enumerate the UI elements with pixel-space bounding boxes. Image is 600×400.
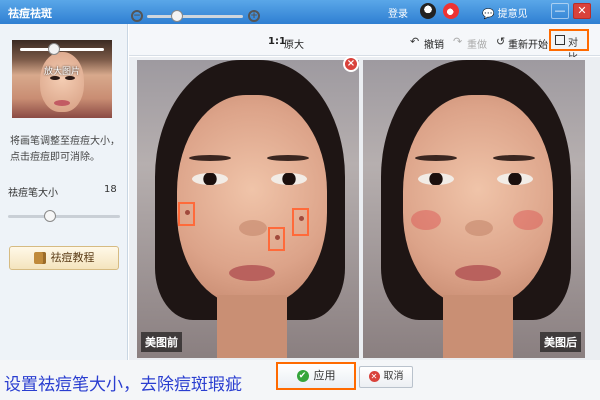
brush-size-knob[interactable]	[44, 210, 56, 222]
feedback-label: 提意见	[497, 9, 528, 20]
blemish-marker[interactable]	[292, 208, 309, 236]
nose	[239, 220, 267, 236]
before-photo[interactable]: 美图前	[137, 60, 359, 358]
before-label: 美图前	[141, 332, 182, 352]
brow-left	[415, 155, 457, 161]
nose	[465, 220, 493, 236]
compare-icon	[555, 35, 565, 45]
zoom-knob[interactable]	[171, 10, 183, 22]
blemish-marker[interactable]	[178, 202, 195, 226]
chat-bubble-icon: 💬	[482, 9, 495, 20]
tutorial-button-label: 祛痘教程	[50, 251, 95, 264]
zoom-out-icon[interactable]: −	[131, 10, 143, 22]
book-icon	[33, 252, 46, 264]
check-icon: ✔	[296, 370, 309, 382]
qq-icon[interactable]	[420, 3, 436, 19]
brow-right	[493, 155, 535, 161]
eye-right	[271, 173, 307, 185]
undo-button[interactable]: 撤销	[424, 36, 444, 51]
left-panel: 放大图片 将画笔调整至痘痘大小，点击痘痘即可消除。 祛痘笔大小 18 祛痘教程	[0, 24, 128, 400]
restart-icon[interactable]: ↺	[496, 35, 505, 48]
redo-icon: ↷	[453, 35, 463, 48]
apply-button[interactable]: ✔ 应用	[276, 362, 356, 390]
thumbnail-lips	[54, 100, 70, 106]
cheek-blush-right	[513, 210, 543, 230]
weibo-icon[interactable]	[443, 3, 459, 19]
restart-button[interactable]: 重新开始	[508, 36, 548, 51]
undo-icon[interactable]: ↶	[410, 35, 419, 48]
after-label: 美图后	[540, 332, 581, 352]
zoom-in-icon[interactable]: +	[248, 10, 260, 22]
photo-area: 美图前 美图后	[129, 57, 600, 360]
after-photo: 美图后	[363, 60, 585, 358]
cancel-label: 取消	[383, 371, 404, 382]
lips	[455, 265, 501, 281]
brush-size-slider[interactable]	[8, 215, 120, 218]
cancel-button[interactable]: ✕ 取消	[359, 366, 413, 388]
x-icon: ✕	[368, 370, 380, 382]
compare-button[interactable]: 对比	[549, 29, 589, 64]
feedback-link[interactable]: 💬 提意见	[482, 5, 528, 20]
close-button[interactable]: ✕	[573, 3, 591, 19]
minimize-button[interactable]: —	[551, 3, 569, 19]
tutorial-button[interactable]: 祛痘教程	[9, 246, 119, 270]
title-bar: 祛痘祛斑 登录 💬 提意见 — ✕	[0, 0, 600, 24]
zoom-slider[interactable]	[147, 15, 243, 18]
original-size-label[interactable]: 原大	[284, 36, 304, 51]
login-link[interactable]: 登录	[388, 5, 408, 20]
caption-text: 设置祛痘笔大小，去除痘斑瑕疵	[4, 375, 242, 395]
brush-size-value: 18	[104, 184, 117, 195]
close-photo-icon[interactable]: ×	[343, 56, 359, 72]
instruction-text: 将画笔调整至痘痘大小，点击痘痘即可消除。	[10, 136, 120, 163]
window-title: 祛痘祛斑	[8, 7, 52, 20]
brow-left	[189, 155, 231, 161]
thumbnail-preview[interactable]: 放大图片	[12, 40, 112, 118]
lips	[229, 265, 275, 281]
redo-button[interactable]: 重做	[467, 36, 487, 51]
eye-left	[418, 173, 454, 185]
thumbnail-zoom-knob[interactable]	[48, 43, 60, 55]
brush-size-label: 祛痘笔大小	[8, 188, 58, 199]
brow-right	[267, 155, 309, 161]
cheek-blush-left	[411, 210, 441, 230]
thumbnail-zoom-track[interactable]	[20, 48, 104, 51]
eye-left	[192, 173, 228, 185]
blemish-marker[interactable]	[268, 227, 285, 251]
thumbnail-label: 放大图片	[43, 67, 80, 77]
neck	[217, 295, 287, 358]
neck	[443, 295, 513, 358]
eye-right	[497, 173, 533, 185]
apply-label: 应用	[313, 369, 336, 382]
